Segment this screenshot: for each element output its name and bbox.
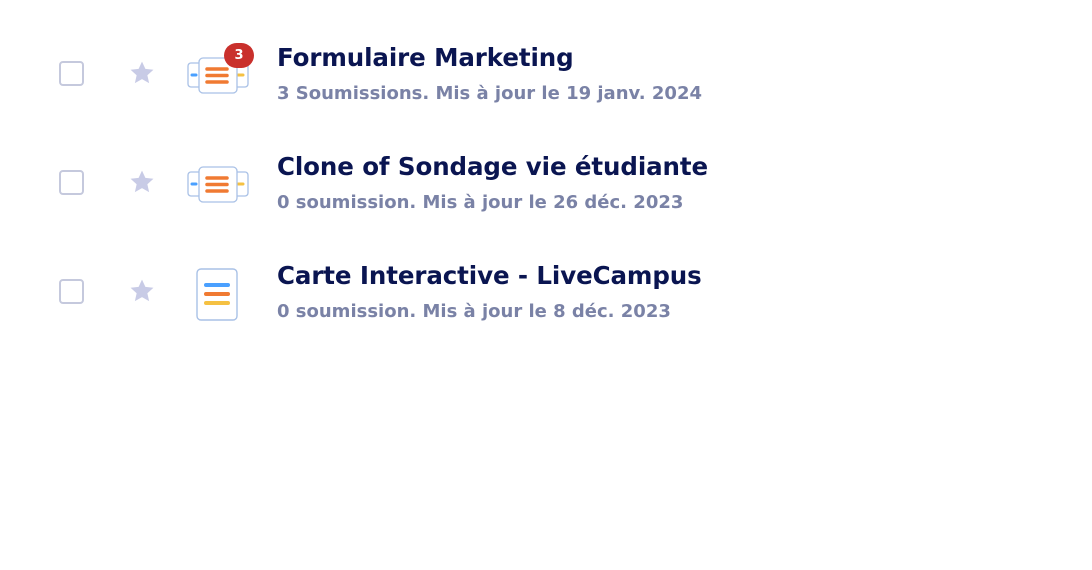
form-title[interactable]: Clone of Sondage vie étudiante: [277, 152, 708, 181]
form-list-item[interactable]: Carte Interactive - LiveCampus 0 soumiss…: [0, 240, 1092, 340]
star-icon[interactable]: [127, 59, 157, 87]
form-title[interactable]: Formulaire Marketing: [277, 43, 574, 72]
classic-form-icon: [196, 268, 238, 321]
form-list-item[interactable]: Clone of Sondage vie étudiante 0 soumiss…: [0, 131, 1092, 231]
select-checkbox[interactable]: [59, 61, 84, 86]
select-checkbox[interactable]: [59, 170, 84, 195]
submission-count-badge: 3: [224, 43, 254, 68]
select-checkbox[interactable]: [59, 279, 84, 304]
form-meta: 0 soumission. Mis à jour le 26 déc. 2023: [277, 192, 684, 213]
star-icon[interactable]: [127, 277, 157, 305]
form-title[interactable]: Carte Interactive - LiveCampus: [277, 261, 702, 290]
card-form-icon: [187, 166, 249, 203]
form-meta: 0 soumission. Mis à jour le 8 déc. 2023: [277, 301, 671, 322]
form-meta: 3 Soumissions. Mis à jour le 19 janv. 20…: [277, 83, 702, 104]
form-list-item[interactable]: 3 Formulaire Marketing 3 Soumissions. Mi…: [0, 22, 1092, 122]
star-icon[interactable]: [127, 168, 157, 196]
